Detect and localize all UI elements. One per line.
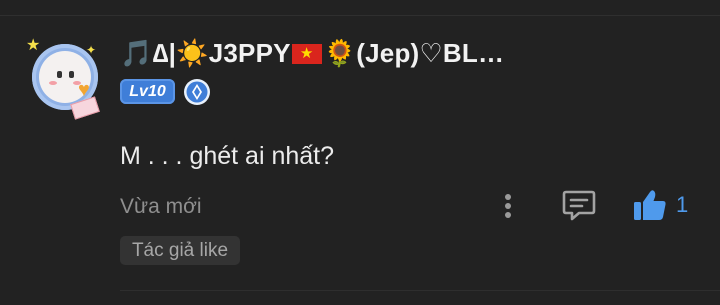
username-handle: J3PPY <box>208 38 291 68</box>
level-badge: Lv10 <box>120 79 175 104</box>
heart-icon: ♥ <box>78 79 90 101</box>
comment-text: M . . . ghét ai nhất? <box>120 142 335 170</box>
reply-icon[interactable] <box>561 188 597 222</box>
username-prefix: 🎵∆| <box>120 38 177 68</box>
verified-badge-icon <box>184 79 210 105</box>
username-suffix: (Jep)♡BL… <box>356 38 505 68</box>
vietnam-flag-icon <box>291 44 322 64</box>
username[interactable]: 🎵∆|☀️J3PPY 🌻(Jep)♡BL… <box>120 38 504 68</box>
comment-item: ★ ✦ ♥ 🎵∆|☀️J3PPY 🌻(Jep)♡BL… Lv10 M . . . … <box>0 0 720 305</box>
sunflower-icon: 🌻 <box>323 38 357 68</box>
timestamp: Vừa mới <box>120 195 202 218</box>
thumbs-up-icon <box>634 190 666 220</box>
avatar-eye-right <box>69 71 74 78</box>
avatar-eye-left <box>57 71 62 78</box>
star-icon: ★ <box>26 37 41 54</box>
more-vertical-icon[interactable] <box>498 190 518 222</box>
like-button[interactable]: 1 <box>632 188 692 222</box>
avatar[interactable]: ★ ✦ ♥ <box>26 37 104 120</box>
author-liked-tag: Tác giả like <box>120 236 240 265</box>
like-count: 1 <box>676 192 689 217</box>
sun-icon: ☀️ <box>176 38 209 68</box>
avatar-blush-left <box>49 81 57 85</box>
bottom-divider <box>120 290 720 291</box>
sparkle-icon: ✦ <box>86 43 97 57</box>
